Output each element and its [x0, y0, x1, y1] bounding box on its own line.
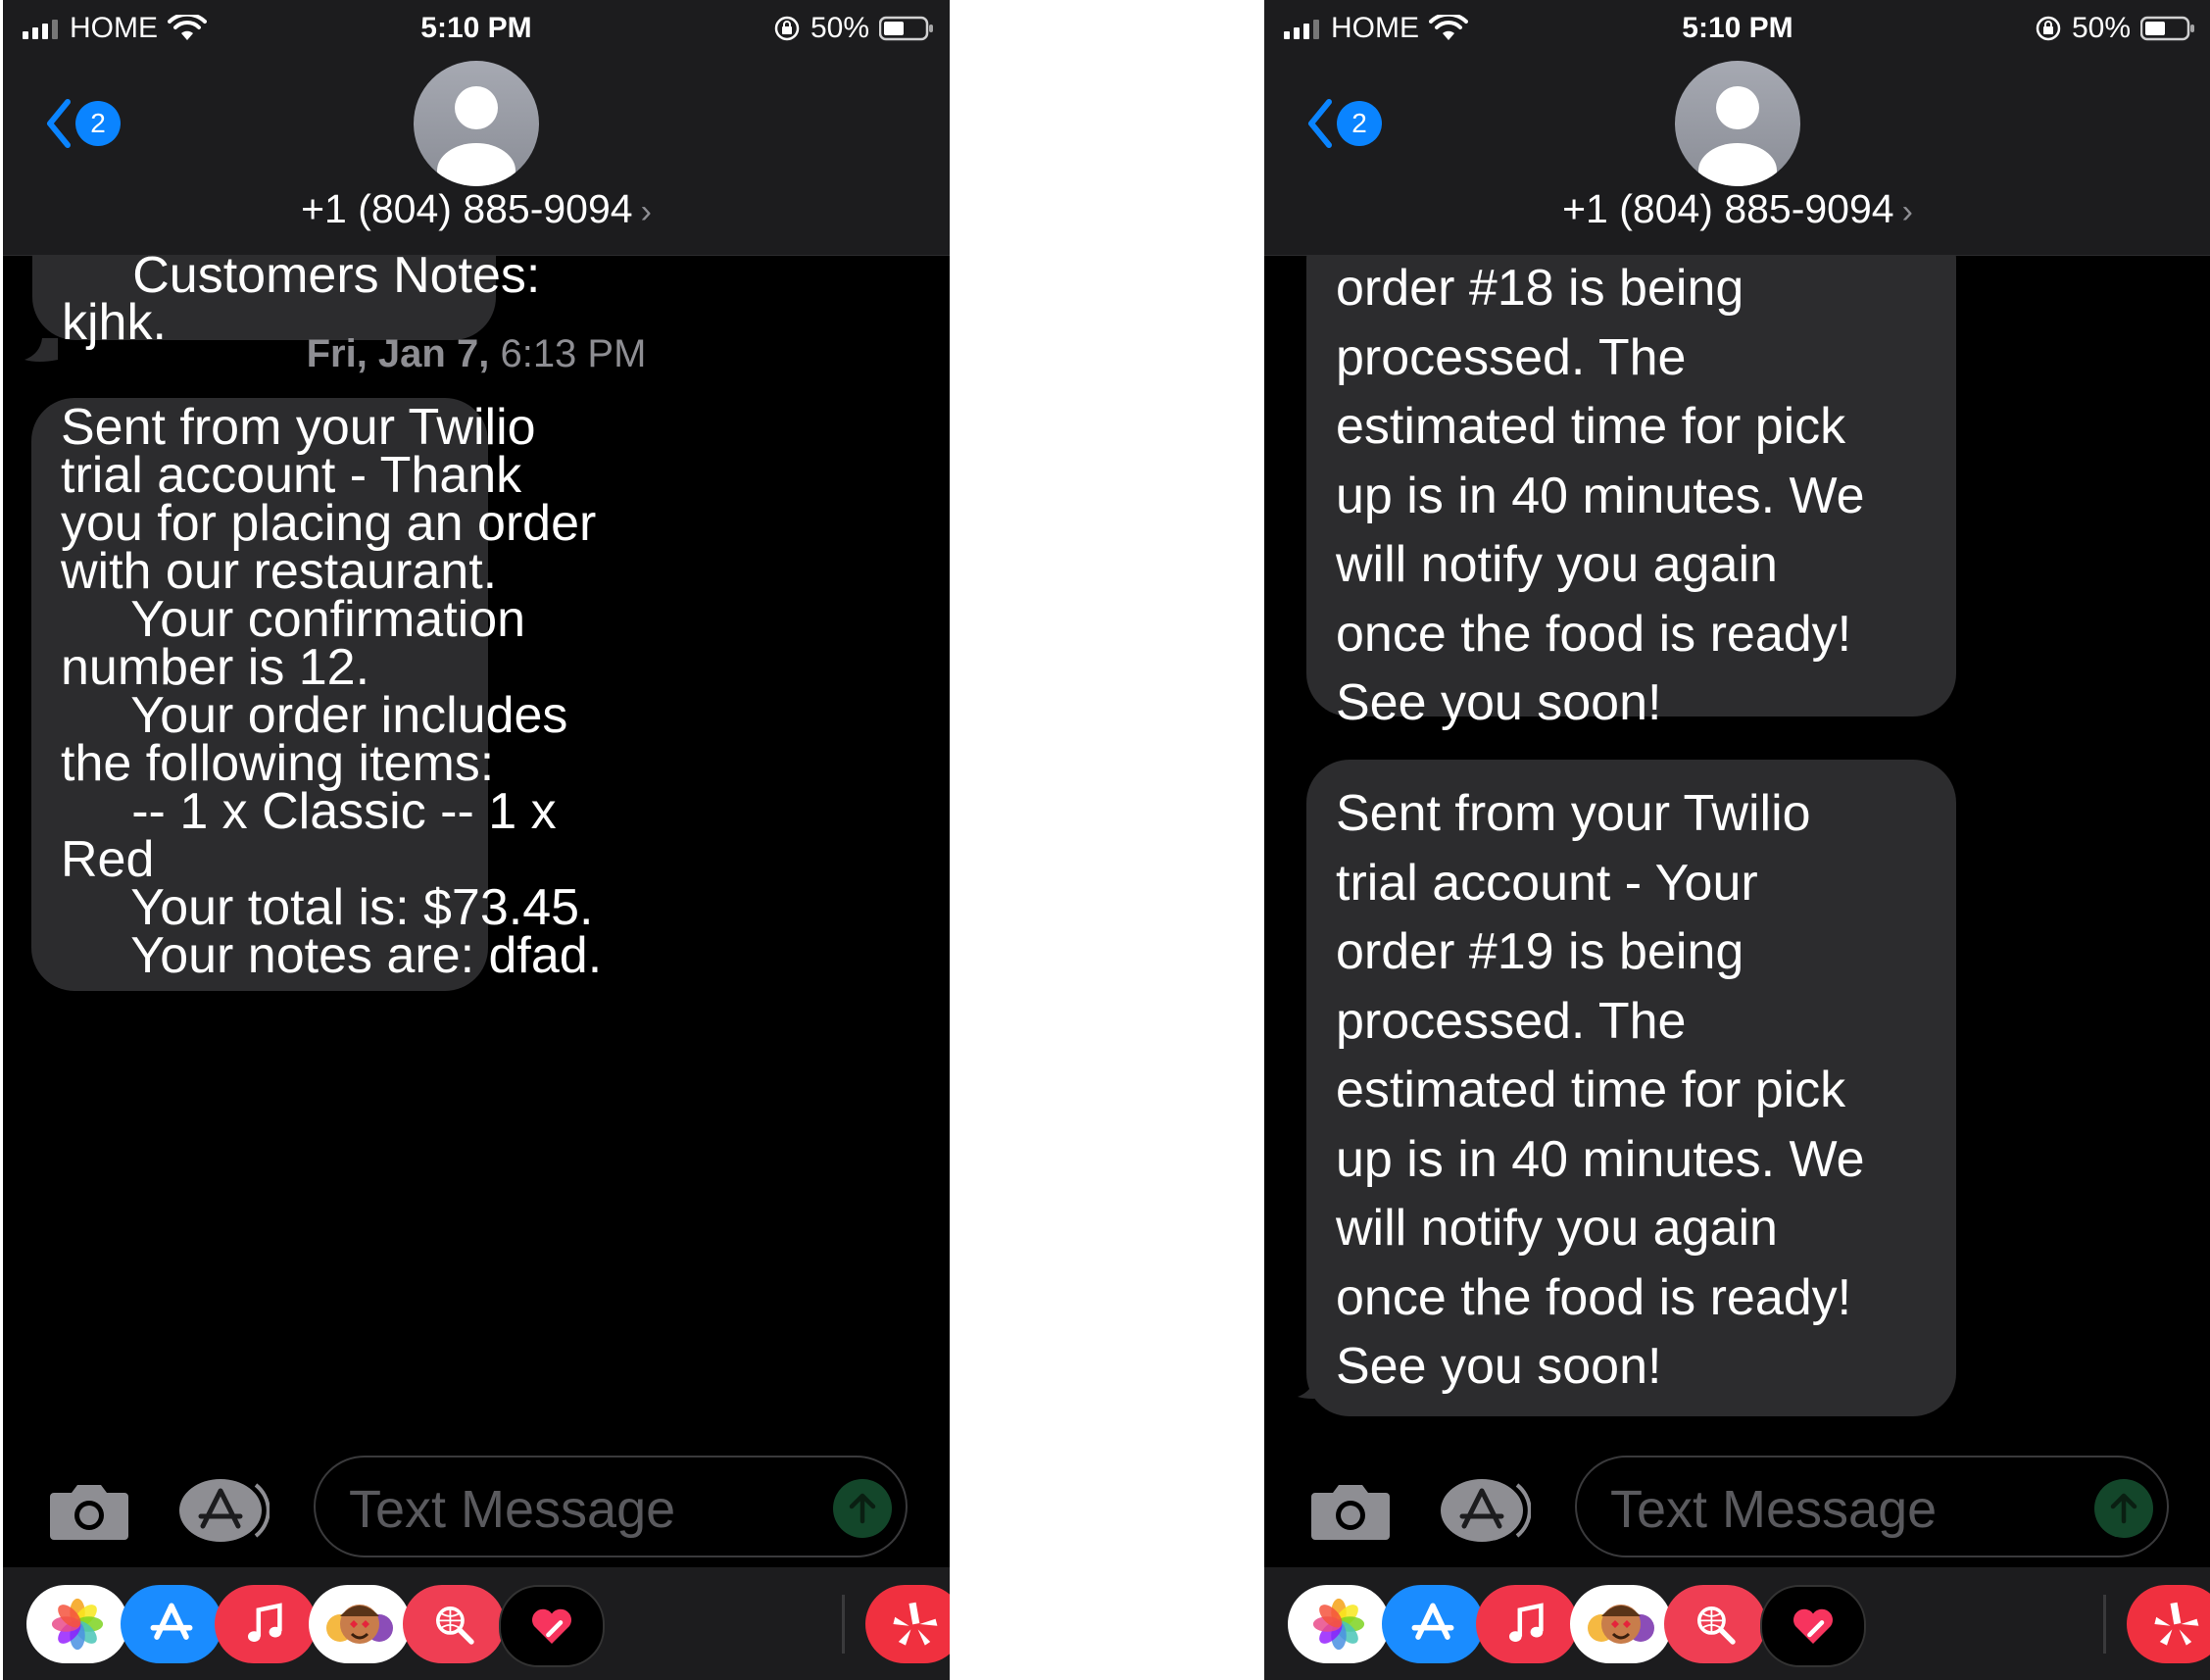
rotation-lock-icon: [774, 16, 800, 41]
arrow-up-icon: [2110, 1493, 2137, 1524]
message-line: Your notes are: dfad.: [61, 927, 603, 984]
message-bubble[interactable]: order #18 is being processed. The estima…: [1306, 256, 1956, 731]
yelp-icon[interactable]: [865, 1585, 950, 1663]
app-drawer: [1264, 1567, 2210, 1680]
unread-badge: 2: [1337, 101, 1382, 146]
send-button[interactable]: [2094, 1479, 2153, 1538]
send-button[interactable]: [833, 1479, 892, 1538]
contact-avatar[interactable]: [1675, 61, 1800, 186]
message-line: will notify you again: [1336, 1200, 1778, 1257]
timestamp-time: 6:13 PM: [500, 332, 647, 375]
timestamp-day: Fri, Jan 7,: [306, 332, 490, 375]
contact-name[interactable]: +1 (804) 885-9094 ›: [1264, 186, 2210, 232]
digital-touch-icon[interactable]: [1760, 1585, 1866, 1667]
message-line: Sent from your Twilio: [1336, 785, 1811, 842]
app-store-button[interactable]: [1441, 1477, 1531, 1544]
unread-badge: 2: [75, 101, 121, 146]
message-thread[interactable]: order #18 is being processed. The estima…: [1264, 256, 2210, 1452]
message-bubble[interactable]: Customers Notes: kjhk.: [32, 256, 541, 348]
message-line: See you soon!: [1336, 674, 1662, 731]
message-placeholder: Text Message: [1610, 1480, 1938, 1539]
conversation-header: 2 +1 (804) 885-9094 ›: [1264, 57, 2210, 256]
person-icon: [437, 86, 516, 186]
compose-bar: Text Message: [3, 1452, 950, 1567]
message-line: up is in 40 minutes. We: [1336, 1130, 1865, 1188]
message-input[interactable]: Text Message: [314, 1456, 908, 1557]
status-bar: HOME 5:10 PM 50%: [3, 0, 950, 57]
contact-number: +1 (804) 885-9094: [301, 186, 633, 231]
message-input[interactable]: Text Message: [1575, 1456, 2169, 1557]
compose-bar: Text Message: [1264, 1452, 2210, 1567]
message-line: Red: [61, 831, 155, 888]
message-placeholder: Text Message: [349, 1480, 676, 1539]
message-line: estimated time for pick: [1336, 1062, 1846, 1118]
music-icon[interactable]: [1476, 1585, 1578, 1663]
message-timestamp: Fri, Jan 7, 6:13 PM: [3, 332, 950, 376]
phone-screen-left: HOME 5:10 PM 50% 2 +1 (804) 885-9094 › C…: [3, 0, 950, 1680]
message-line: See you soon!: [1336, 1338, 1662, 1395]
message-line: you for placing an order: [61, 495, 597, 552]
chevron-left-icon: [1308, 99, 1332, 148]
back-button[interactable]: 2: [1305, 96, 1382, 151]
message-line: Customers Notes:: [62, 256, 541, 304]
message-line: Your order includes: [61, 687, 568, 744]
app-store-icon[interactable]: [1382, 1585, 1484, 1663]
memoji-icon[interactable]: [1570, 1585, 1672, 1663]
message-line: Your total is: $73.45.: [61, 879, 594, 936]
message-line: once the food is ready!: [1336, 1268, 1852, 1326]
message-line: trial account - Your: [1336, 854, 1758, 912]
memoji-icon[interactable]: [309, 1585, 411, 1663]
app-store-icon[interactable]: [121, 1585, 222, 1663]
message-line: Sent from your Twilio: [61, 399, 536, 456]
contact-name[interactable]: +1 (804) 885-9094 ›: [3, 186, 950, 232]
music-icon[interactable]: [215, 1585, 317, 1663]
message-line: number is 12.: [61, 639, 370, 696]
yelp-icon[interactable]: [2127, 1585, 2210, 1663]
photos-icon[interactable]: [26, 1585, 128, 1663]
chevron-right-icon: ›: [1901, 193, 1913, 230]
message-line: estimated time for pick: [1336, 398, 1846, 455]
rotation-lock-icon: [2036, 16, 2061, 41]
battery-percent: 50%: [810, 12, 869, 44]
message-line: order #18 is being: [1336, 260, 1744, 317]
tray-divider: [2103, 1595, 2106, 1654]
chevron-right-icon: ›: [640, 193, 652, 230]
digital-touch-icon[interactable]: [499, 1585, 605, 1667]
arrow-up-icon: [849, 1493, 876, 1524]
app-store-button[interactable]: [179, 1477, 270, 1544]
photos-icon[interactable]: [1288, 1585, 1390, 1663]
message-line: processed. The: [1336, 328, 1687, 386]
message-line: Your confirmation: [61, 591, 526, 648]
tray-divider: [842, 1595, 845, 1654]
chevron-left-icon: [47, 99, 71, 148]
phone-screen-right: HOME 5:10 PM 50% 2 +1 (804) 885-9094 › o…: [1264, 0, 2210, 1680]
message-line: trial account - Thank: [61, 447, 522, 504]
camera-icon[interactable]: [1309, 1481, 1392, 1542]
message-thread[interactable]: Customers Notes: kjhk. Fri, Jan 7, 6:13 …: [3, 256, 950, 1452]
battery-percent: 50%: [2071, 12, 2131, 44]
person-icon: [1698, 86, 1777, 186]
app-drawer: [3, 1567, 950, 1680]
back-button[interactable]: 2: [44, 96, 121, 151]
message-bubble[interactable]: Sent from your Twilio trial account - Yo…: [1306, 760, 1956, 1416]
web-search-icon[interactable]: [403, 1585, 505, 1663]
message-line: with our restaurant.: [61, 543, 498, 600]
message-line: the following items:: [61, 735, 495, 792]
camera-icon[interactable]: [48, 1481, 130, 1542]
battery-icon: [879, 16, 933, 41]
message-line: -- 1 x Classic -- 1 x: [61, 783, 557, 840]
message-line: will notify you again: [1336, 536, 1778, 593]
battery-icon: [2140, 16, 2194, 41]
contact-avatar[interactable]: [414, 61, 539, 186]
contact-number: +1 (804) 885-9094: [1562, 186, 1894, 231]
message-line: once the food is ready!: [1336, 605, 1852, 663]
web-search-icon[interactable]: [1664, 1585, 1766, 1663]
bubble-tail: [1298, 1375, 1331, 1399]
conversation-header: 2 +1 (804) 885-9094 ›: [3, 57, 950, 256]
message-line: order #19 is being: [1336, 923, 1744, 980]
status-bar: HOME 5:10 PM 50%: [1264, 0, 2210, 57]
message-line: processed. The: [1336, 992, 1687, 1050]
message-bubble[interactable]: Sent from your Twilio trial account - Th…: [31, 398, 603, 991]
message-line: up is in 40 minutes. We: [1336, 467, 1865, 524]
